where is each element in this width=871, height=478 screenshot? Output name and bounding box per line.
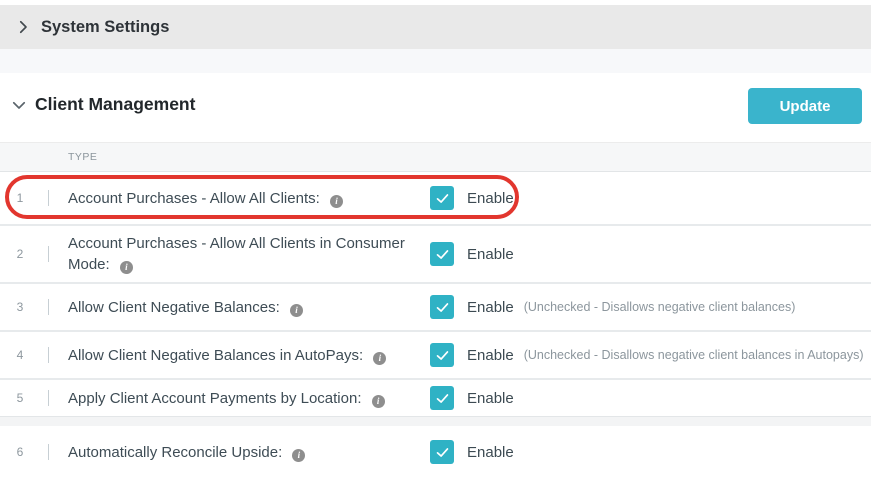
row-divider-bar — [48, 299, 49, 315]
setting-label: Account Purchases - Allow All Clients: i — [68, 188, 430, 209]
setting-control: Enable — [430, 242, 871, 266]
checkbox-label: Enable — [467, 245, 514, 263]
section-header-system-settings[interactable]: System Settings — [0, 5, 871, 49]
section-header-client-management: Client Management Update — [0, 73, 871, 142]
setting-label: Allow Client Negative Balances in AutoPa… — [68, 345, 430, 366]
row-number: 5 — [16, 391, 24, 405]
chevron-down-icon — [10, 96, 28, 114]
settings-row-list: 1 Account Purchases - Allow All Clients:… — [0, 172, 871, 478]
setting-label: Apply Client Account Payments by Locatio… — [68, 388, 430, 409]
row-gap — [0, 416, 871, 426]
enable-checkbox[interactable] — [430, 343, 454, 367]
checkbox-label: Enable — [467, 298, 514, 316]
checkbox-note: (Unchecked - Disallows negative client b… — [523, 348, 864, 362]
settings-row: 3 Allow Client Negative Balances: i Enab… — [0, 284, 871, 330]
setting-control: Enable — [430, 186, 871, 210]
info-icon[interactable]: i — [292, 448, 306, 462]
checkbox-label: Enable — [467, 346, 514, 364]
row-divider-bar — [48, 347, 49, 363]
table-header-row: TYPE — [0, 142, 871, 172]
setting-control: Enable (Unchecked - Disallows negative c… — [430, 295, 871, 319]
update-button[interactable]: Update — [748, 88, 862, 124]
row-divider-bar — [48, 444, 49, 460]
row-number: 4 — [16, 348, 24, 362]
checkmark-icon — [436, 447, 448, 457]
row-divider-bar — [48, 390, 49, 406]
checkmark-icon — [436, 350, 448, 360]
settings-row: 1 Account Purchases - Allow All Clients:… — [0, 172, 871, 224]
row-divider-bar — [48, 246, 49, 262]
setting-control: Enable (Unchecked - Disallows negative c… — [430, 343, 871, 367]
section-title: System Settings — [41, 17, 170, 36]
setting-label: Automatically Reconcile Upside: i — [68, 442, 430, 463]
checkmark-icon — [436, 249, 448, 259]
checkmark-icon — [436, 393, 448, 403]
column-header-type: TYPE — [68, 151, 98, 163]
settings-row: 5 Apply Client Account Payments by Locat… — [0, 380, 871, 416]
enable-checkbox[interactable] — [430, 386, 454, 410]
info-icon[interactable]: i — [371, 394, 385, 408]
chevron-right-icon — [14, 18, 32, 36]
checkbox-note: (Unchecked - Disallows negative client b… — [523, 300, 796, 314]
settings-row: 4 Allow Client Negative Balances in Auto… — [0, 332, 871, 378]
row-divider-bar — [48, 190, 49, 206]
row-number: 2 — [16, 247, 24, 261]
enable-checkbox[interactable] — [430, 186, 454, 210]
enable-checkbox[interactable] — [430, 295, 454, 319]
settings-row: 2 Account Purchases - Allow All Clients … — [0, 226, 871, 282]
row-number: 6 — [16, 445, 24, 459]
info-icon[interactable]: i — [119, 261, 133, 274]
setting-label: Account Purchases - Allow All Clients in… — [68, 235, 405, 274]
section-toggle-client-management[interactable]: Client Management — [10, 94, 195, 115]
checkbox-label: Enable — [467, 389, 514, 407]
enable-checkbox[interactable] — [430, 440, 454, 464]
checkmark-icon — [436, 302, 448, 312]
setting-label: Allow Client Negative Balances: i — [68, 297, 430, 318]
checkbox-label: Enable — [467, 443, 514, 461]
checkbox-label: Enable — [467, 189, 514, 207]
info-icon[interactable]: i — [329, 194, 343, 208]
info-icon[interactable]: i — [373, 351, 387, 365]
checkmark-icon — [436, 193, 448, 203]
row-number: 3 — [16, 300, 24, 314]
row-number: 1 — [16, 191, 24, 205]
section-title: Client Management — [35, 94, 196, 114]
setting-control: Enable — [430, 440, 871, 464]
enable-checkbox[interactable] — [430, 242, 454, 266]
info-icon[interactable]: i — [289, 303, 303, 317]
setting-control: Enable — [430, 386, 871, 410]
section-divider — [0, 49, 871, 73]
settings-row: 6 Automatically Reconcile Upside: i Enab… — [0, 426, 871, 478]
